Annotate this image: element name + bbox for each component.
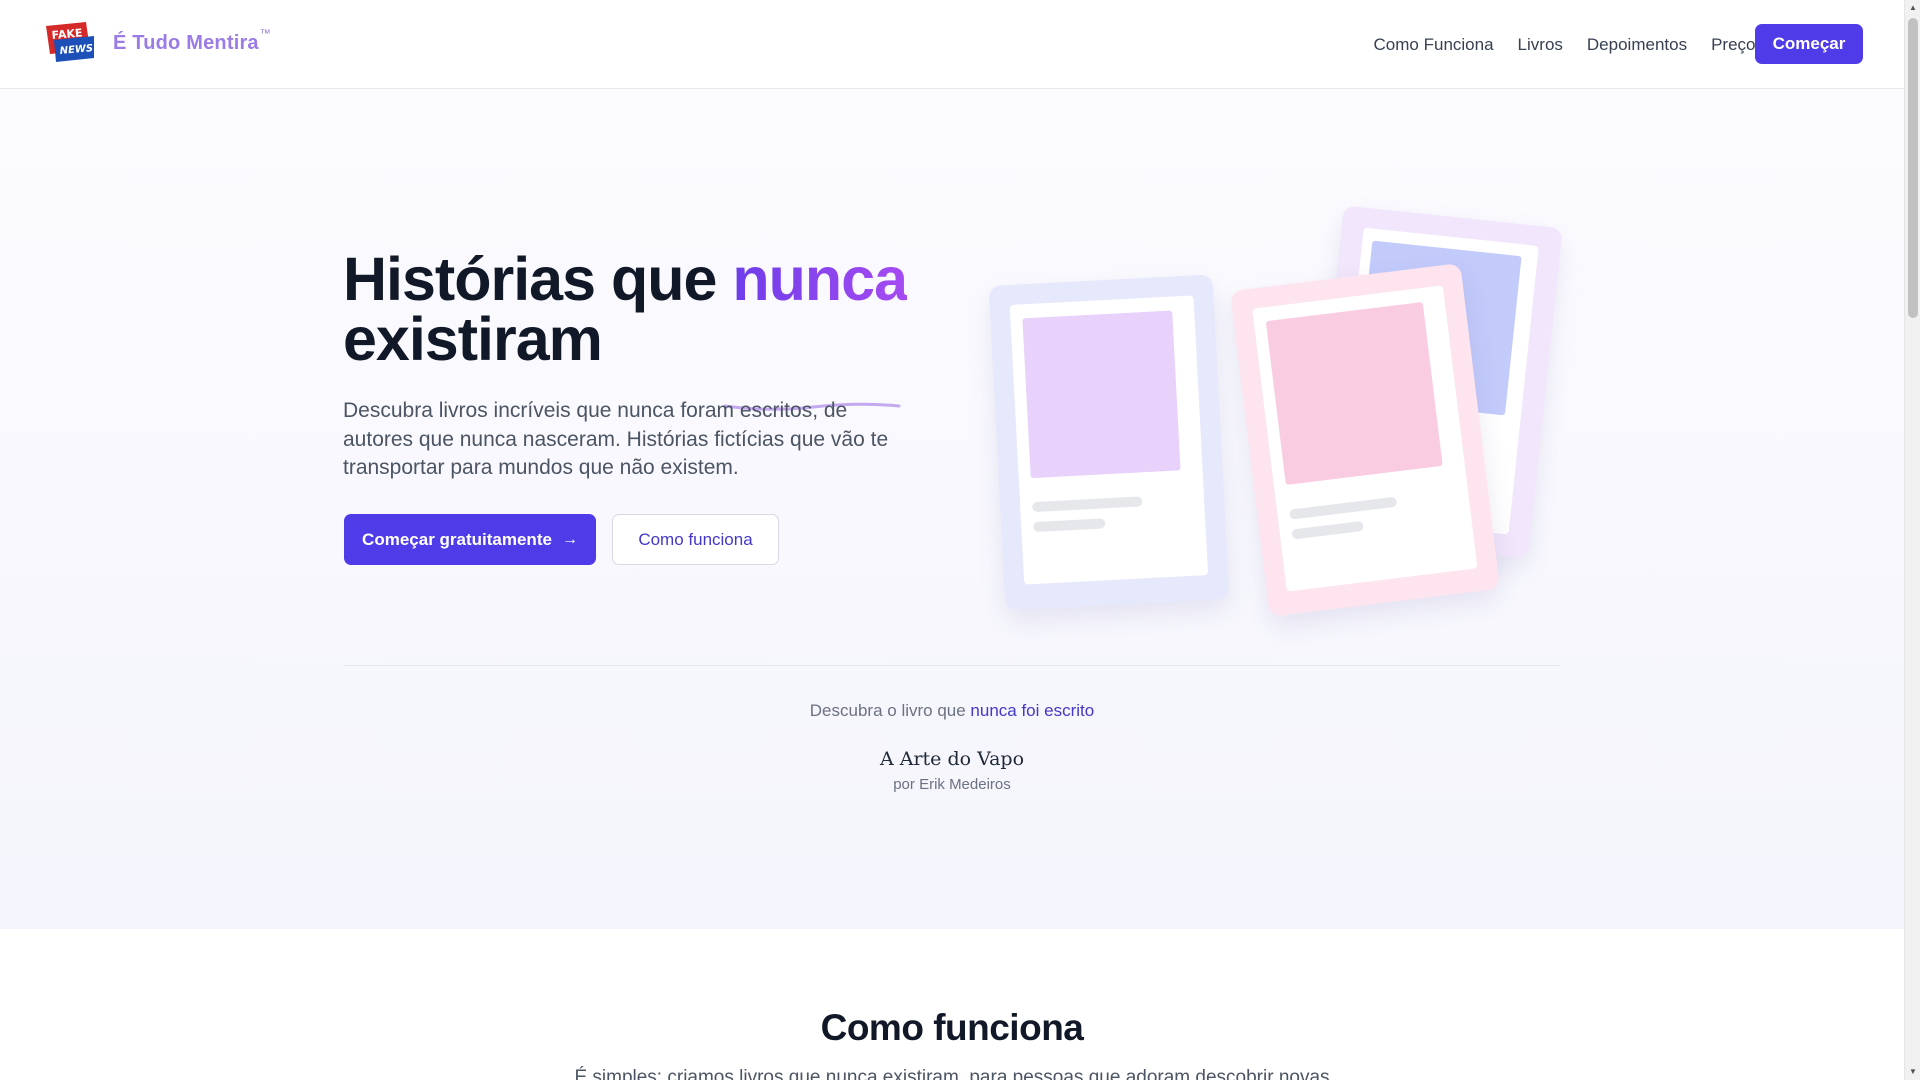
book-card-right [1229, 263, 1501, 617]
hero-title: Histórias que nunca existiram [343, 245, 908, 373]
section-description: É simples: criamos livros que nunca exis… [574, 1067, 1330, 1080]
hero-divider [343, 665, 1561, 666]
svg-text:FAKE: FAKE [51, 26, 83, 42]
page-scrollbar[interactable]: ▲ ▼ [1904, 0, 1920, 1080]
hero-title-accent: nunca [732, 245, 908, 313]
how-it-works-section: Como funciona É simples: criamos livros … [0, 929, 1904, 1080]
arrow-right-icon: → [561, 530, 578, 548]
scroll-up-icon[interactable]: ▲ [1905, 0, 1920, 16]
featured-book-author: por Erik Medeiros [893, 776, 1011, 793]
scroll-down-icon[interactable]: ▼ [1905, 1064, 1920, 1080]
fake-news-logo[interactable]: FAKE NEWS [42, 20, 96, 64]
discover-tagline: Descubra o livro que nunca foi escrito [809, 701, 1095, 720]
hero-section: Histórias que nunca existiram Descubra li… [0, 89, 1904, 929]
start-free-button[interactable]: Começar gratuitamente → [344, 514, 596, 565]
nav-livros[interactable]: Livros [1518, 35, 1563, 55]
featured-book-title[interactable]: A Arte do Vapo [0, 748, 1904, 770]
hero-description: Descubra livros incríveis que nunca fora… [343, 399, 889, 479]
nav-depoimentos[interactable]: Depoimentos [1587, 35, 1687, 55]
book-card-left [988, 274, 1230, 611]
how-it-works-button[interactable]: Como funciona [612, 514, 779, 565]
section-title: Como funciona [820, 1007, 1084, 1048]
trademark: ™ [259, 28, 271, 41]
nav-como-funciona[interactable]: Como Funciona [1374, 35, 1494, 55]
scroll-thumb[interactable] [1908, 18, 1918, 318]
main-nav: Como Funciona Livros Depoimentos Preços [1350, 0, 1764, 89]
site-header: FAKE NEWS É Tudo Mentira™ Como Funciona … [0, 0, 1904, 89]
brand-name[interactable]: É Tudo Mentira™ [113, 28, 271, 55]
start-button[interactable]: Começar [1755, 24, 1863, 64]
discover-highlight: nunca foi escrito [970, 701, 1095, 720]
